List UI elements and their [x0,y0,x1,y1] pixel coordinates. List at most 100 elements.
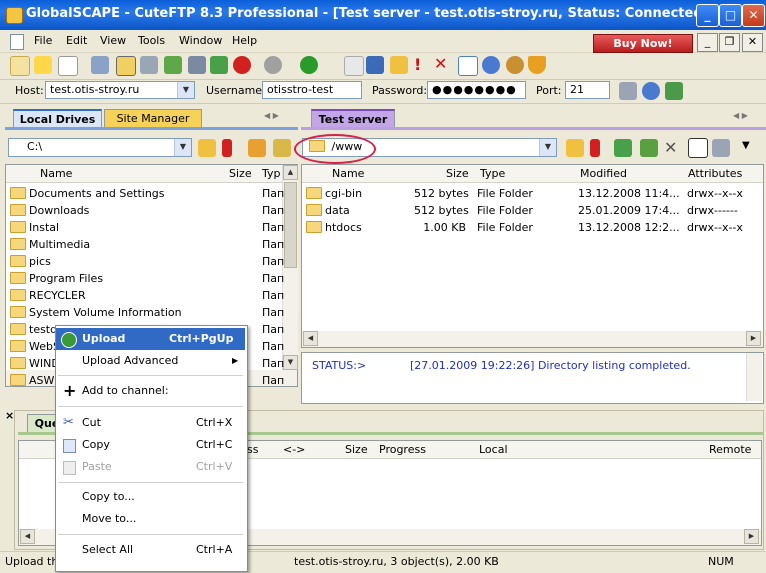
refresh-icon[interactable] [614,139,632,157]
menu-item-select-all[interactable]: Select All Ctrl+A [56,539,245,561]
chevron-down-icon[interactable]: ▼ [742,140,750,151]
edit-icon[interactable] [344,56,364,76]
username-field[interactable]: otisstro-test [262,81,362,99]
table-row[interactable]: cgi-bin 512 bytes File Folder 13.12.2008 11… [306,185,756,202]
tab-scroll-icon[interactable]: ◀ ▶ [264,111,279,120]
password-field[interactable]: ●●●●●●●● [427,81,526,99]
shield-icon[interactable] [528,56,546,74]
col-attributes[interactable]: Attributes [688,167,742,180]
col-type[interactable]: Type [480,167,505,180]
table-row[interactable]: htdocs 1.00 KB File Folder 13.12.2008 12:2.… [306,219,756,236]
settings-icon[interactable] [642,82,660,100]
stop-icon[interactable]: ✕ [664,138,677,157]
scroll-left-icon[interactable]: ◀ [303,331,318,346]
download-icon[interactable] [264,56,282,74]
new-folder-icon[interactable] [248,139,266,157]
reconnect-icon[interactable] [140,56,158,74]
list-item[interactable]: Downloads Пап [10,202,284,219]
menu-help[interactable]: Help [232,34,257,47]
list-item[interactable]: Multimedia Пап [10,236,284,253]
maximize-button[interactable]: □ [719,4,742,27]
scroll-right-icon[interactable]: ▶ [744,529,759,544]
properties-icon[interactable] [458,56,478,76]
col-remote[interactable]: Remote [709,443,751,456]
doc-close-button[interactable]: ✕ [742,33,763,52]
chevron-down-icon[interactable]: ▼ [174,139,191,156]
close-icon[interactable]: × [5,409,14,422]
menu-item-move-to[interactable]: Move to... [56,508,245,530]
tab-site-manager[interactable]: Site Manager [104,109,202,127]
delete-icon[interactable]: ✕ [434,55,452,73]
scroll-thumb[interactable] [284,182,297,268]
support-icon[interactable] [506,56,524,74]
add-site-icon[interactable] [665,82,683,100]
list-item[interactable]: Instal Пап [10,219,284,236]
transfer-icon[interactable] [640,139,658,157]
new-site-icon[interactable] [58,56,78,76]
disconnect-icon[interactable] [712,139,730,157]
menu-item-add-to-channel[interactable]: + Add to channel: [56,380,245,402]
chevron-down-icon[interactable]: ▼ [539,139,556,156]
col-name[interactable]: Name [332,167,364,180]
refresh-folder-icon[interactable] [273,139,291,157]
menu-edit[interactable]: Edit [66,34,87,47]
view-icon[interactable] [688,138,708,158]
new-folder-icon[interactable] [390,56,408,74]
binary-icon[interactable] [366,56,384,74]
remote-horizontal-scrollbar[interactable]: ◀ ▶ [302,331,763,347]
disconnect-icon[interactable] [619,82,637,100]
wizard-icon[interactable] [34,56,52,74]
chevron-down-icon[interactable]: ▼ [177,82,194,98]
quick-connect-icon[interactable] [116,56,136,76]
refresh-icon[interactable] [210,56,228,74]
menu-view[interactable]: View [100,34,126,47]
upload-icon[interactable] [300,56,318,74]
local-path-field[interactable]: C:\ ▼ [8,138,192,157]
menu-item-paste[interactable]: Paste Ctrl+V [56,456,245,478]
transfer-icon[interactable] [164,56,182,74]
port-field[interactable]: 21 [565,81,610,99]
list-item[interactable]: Documents and Settings Пап [10,185,284,202]
col-name[interactable]: Name [40,167,72,180]
stop-icon[interactable] [233,56,251,74]
local-vertical-scrollbar[interactable]: ▲ ▼ [282,165,298,370]
list-item[interactable]: System Volume Information Пап [10,304,284,321]
close-button[interactable]: ✕ [742,4,765,27]
doc-minimize-button[interactable]: _ [697,33,718,52]
log-scrollbar[interactable] [746,353,762,401]
buy-now-button[interactable]: Buy Now! [593,34,693,53]
doc-restore-button[interactable]: ❐ [719,33,740,52]
list-item[interactable]: pics Пап [10,253,284,270]
tab-test-server[interactable]: Test server [311,109,395,127]
bookmark-icon[interactable] [590,139,600,157]
exclamation-icon[interactable]: ! [414,56,422,74]
scroll-right-icon[interactable]: ▶ [746,331,761,346]
scroll-down-icon[interactable]: ▼ [283,355,298,370]
menu-tools[interactable]: Tools [138,34,165,47]
tab-local-drives[interactable]: Local Drives [13,109,102,127]
menu-item-cut[interactable]: ✂ Cut Ctrl+X [56,412,245,434]
col-direction[interactable]: <-> [283,443,305,456]
col-modified[interactable]: Modified [580,167,627,180]
col-size[interactable]: Size [345,443,368,456]
menu-item-upload[interactable]: Upload Ctrl+PgUp [56,328,245,350]
col-status[interactable]: ss [247,443,258,456]
connect-icon[interactable] [91,56,109,74]
col-size[interactable]: Size [446,167,469,180]
col-type[interactable]: Typ [262,167,281,180]
menu-item-copy[interactable]: Copy Ctrl+C [56,434,245,456]
menu-item-copy-to[interactable]: Copy to... [56,486,245,508]
tab-scroll-icon[interactable]: ◀ ▶ [733,111,748,120]
scroll-left-icon[interactable]: ◀ [20,529,35,544]
list-item[interactable]: Program Files Пап [10,270,284,287]
col-progress[interactable]: Progress [379,443,426,456]
settings-icon[interactable] [482,56,500,74]
host-field[interactable]: test.otis-stroy.ru ▼ [45,81,195,99]
menu-window[interactable]: Window [179,34,222,47]
menu-file[interactable]: File [34,34,52,47]
col-size[interactable]: Size [229,167,252,180]
list-item[interactable]: RECYCLER Пап [10,287,284,304]
scroll-up-icon[interactable]: ▲ [283,165,298,180]
queue-icon[interactable] [188,56,206,74]
table-row[interactable]: data 512 bytes File Folder 25.01.2009 17:4.… [306,202,756,219]
